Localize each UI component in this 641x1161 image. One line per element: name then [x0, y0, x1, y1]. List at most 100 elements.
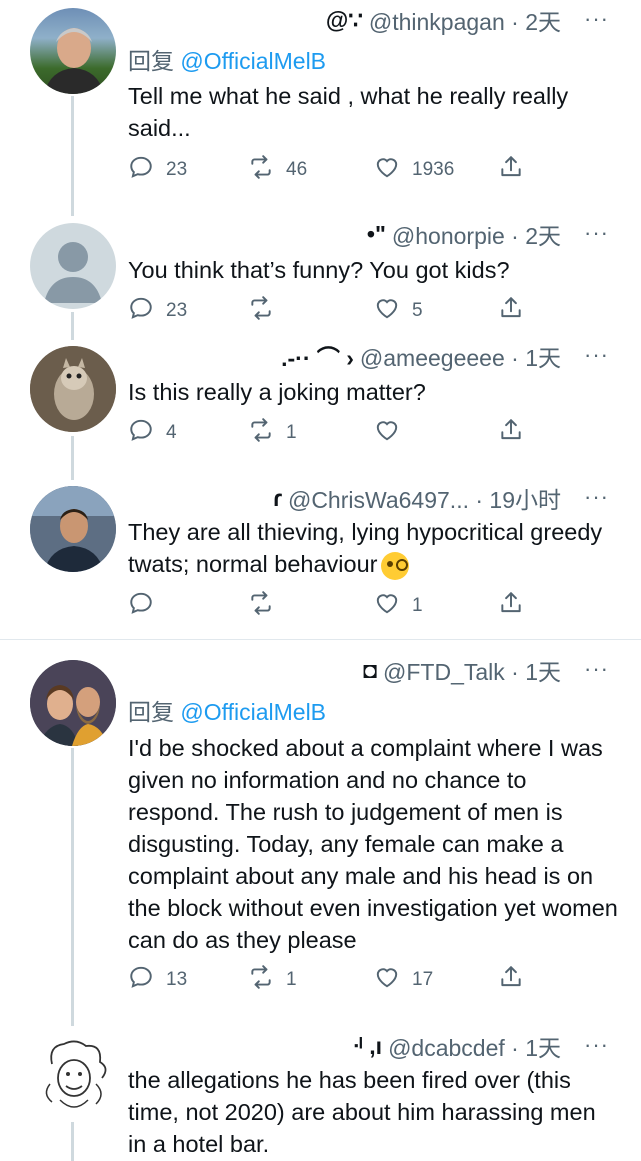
tweet-thinkpagan[interactable]: @∵ @thinkpagan · 2天 ··· 回复 @OfficialMelB…: [0, 0, 641, 200]
avatar[interactable]: [30, 346, 116, 432]
default-avatar-icon: [44, 242, 102, 303]
handle-time[interactable]: @thinkpagan · 2天: [369, 3, 561, 37]
reply-to-link[interactable]: @OfficialMelB: [180, 699, 326, 725]
share-button[interactable]: [498, 589, 524, 623]
tweet-header: •" @honorpie · 2天: [128, 216, 561, 252]
more-icon[interactable]: ···: [584, 1032, 609, 1058]
avatar-photo: [30, 346, 116, 432]
share-icon: [498, 964, 524, 996]
retweet-button[interactable]: 1: [248, 963, 297, 997]
tweet-header: @∵ @thinkpagan · 2天: [128, 2, 561, 38]
like-icon: [374, 295, 400, 327]
like-button[interactable]: 5: [374, 294, 423, 328]
retweet-button[interactable]: [248, 294, 286, 328]
replies-count: 13: [166, 969, 188, 990]
more-icon[interactable]: ···: [584, 220, 609, 246]
tweet-header: ɾ @ChrisWa6497... · 19小时: [128, 480, 561, 516]
retweet-button[interactable]: [248, 589, 286, 623]
retweet-icon: [248, 417, 274, 449]
handle-time[interactable]: @ameegeeee · 1天: [360, 339, 561, 373]
tweet-text: Tell me what he said , what he really re…: [128, 83, 569, 141]
more-icon[interactable]: ···: [584, 656, 609, 682]
tweet-text: Is this really a joking matter?: [128, 379, 426, 405]
handle-time[interactable]: @ChrisWa6497... · 19小时: [288, 481, 561, 515]
tweet-text: the allegations he has been fired over (…: [128, 1067, 596, 1157]
reply-button[interactable]: 23: [128, 153, 187, 187]
handle-time[interactable]: @honorpie · 2天: [392, 217, 561, 251]
tweet-chriswa[interactable]: ɾ @ChrisWa6497... · 19小时 ··· They are al…: [0, 468, 641, 638]
reply-to-link[interactable]: @OfficialMelB: [180, 48, 326, 74]
like-button[interactable]: 17: [374, 963, 433, 997]
reply-icon: [128, 154, 154, 186]
tweet-actions: 23 5: [128, 294, 528, 328]
reply-button[interactable]: 4: [128, 416, 177, 450]
avatar[interactable]: [30, 1034, 116, 1120]
retweet-button[interactable]: 1: [248, 416, 297, 450]
avatar-sketch: [30, 1034, 116, 1120]
reply-prefix: 回复: [128, 699, 174, 725]
share-icon: [498, 417, 524, 449]
retweets-count: 46: [286, 159, 308, 180]
display-name[interactable]: @∵: [326, 7, 363, 34]
share-button[interactable]: [498, 294, 524, 328]
retweet-icon: [248, 590, 274, 622]
share-button[interactable]: [498, 416, 524, 450]
monocle-face-emoji-icon: [381, 551, 410, 580]
reply-button[interactable]: 13: [128, 963, 187, 997]
likes-count: 5: [412, 300, 423, 321]
tweet-header: ᐧᴵ ,ı @dcabcdef · 1天: [128, 1028, 561, 1064]
like-button[interactable]: 1: [374, 589, 423, 623]
display-name[interactable]: ◘: [363, 657, 377, 684]
share-icon: [498, 590, 524, 622]
more-icon[interactable]: ···: [584, 342, 609, 368]
avatar[interactable]: [30, 8, 116, 94]
replies-count: 23: [166, 159, 188, 180]
tweet-ftd-talk[interactable]: ◘ @FTD_Talk · 1天 ··· 回复 @OfficialMelB I'…: [0, 640, 641, 1012]
reply-button[interactable]: 23: [128, 294, 187, 328]
reply-icon: [128, 964, 154, 996]
handle-time[interactable]: @dcabcdef · 1天: [388, 1029, 561, 1063]
display-name[interactable]: •": [367, 221, 386, 248]
likes-count: 1: [412, 595, 423, 616]
retweet-button[interactable]: 46: [248, 153, 307, 187]
tweet-honorpie[interactable]: •" @honorpie · 2天 ··· You think that’s f…: [0, 200, 641, 338]
replies-count: 4: [166, 422, 177, 443]
like-button[interactable]: [374, 416, 412, 450]
replies-count: 23: [166, 300, 188, 321]
tweet-header: ◘ @FTD_Talk · 1天: [128, 652, 561, 688]
display-name[interactable]: .-·· ⌒ ›: [281, 339, 354, 373]
likes-count: 17: [412, 969, 434, 990]
handle-time[interactable]: @FTD_Talk · 1天: [383, 653, 561, 687]
reply-icon: [128, 590, 154, 622]
like-icon: [374, 964, 400, 996]
reply-button[interactable]: [128, 589, 166, 623]
reply-context: 回复 @OfficialMelB: [128, 42, 326, 76]
reply-prefix: 回复: [128, 48, 174, 74]
more-icon[interactable]: ···: [584, 484, 609, 510]
tweet-ameegeeee[interactable]: .-·· ⌒ › @ameegeeee · 1天 ··· Is this rea…: [0, 338, 641, 468]
like-icon: [374, 590, 400, 622]
more-icon[interactable]: ···: [584, 6, 609, 32]
retweets-count: 1: [286, 422, 297, 443]
tweet-actions: 13 1 17: [128, 963, 528, 997]
tweet-text-content: They are all thieving, lying hypocritica…: [128, 519, 603, 577]
display-name[interactable]: ɾ: [273, 485, 282, 512]
share-button[interactable]: [498, 963, 524, 997]
tweet-text: I'd be shocked about a complaint where I…: [128, 735, 618, 953]
tweet-header: .-·· ⌒ › @ameegeeee · 1天: [128, 338, 561, 374]
retweets-count: 1: [286, 969, 297, 990]
tweet-dcabcdef[interactable]: ᐧᴵ ,ı @dcabcdef · 1天 ··· the allegations…: [0, 1012, 641, 1161]
tweet-actions: 41: [128, 416, 528, 450]
share-button[interactable]: [498, 153, 524, 187]
share-icon: [498, 295, 524, 327]
reply-icon: [128, 295, 154, 327]
avatar[interactable]: [30, 660, 116, 746]
display-name[interactable]: ᐧᴵ ,ı: [353, 1033, 382, 1060]
avatar-photo: [30, 660, 116, 746]
retweet-icon: [248, 154, 274, 186]
like-button[interactable]: 1936: [374, 153, 454, 187]
avatar[interactable]: [30, 486, 116, 572]
tweet-actions: 1: [128, 589, 528, 623]
likes-count: 1936: [412, 159, 455, 180]
avatar[interactable]: [30, 223, 116, 309]
